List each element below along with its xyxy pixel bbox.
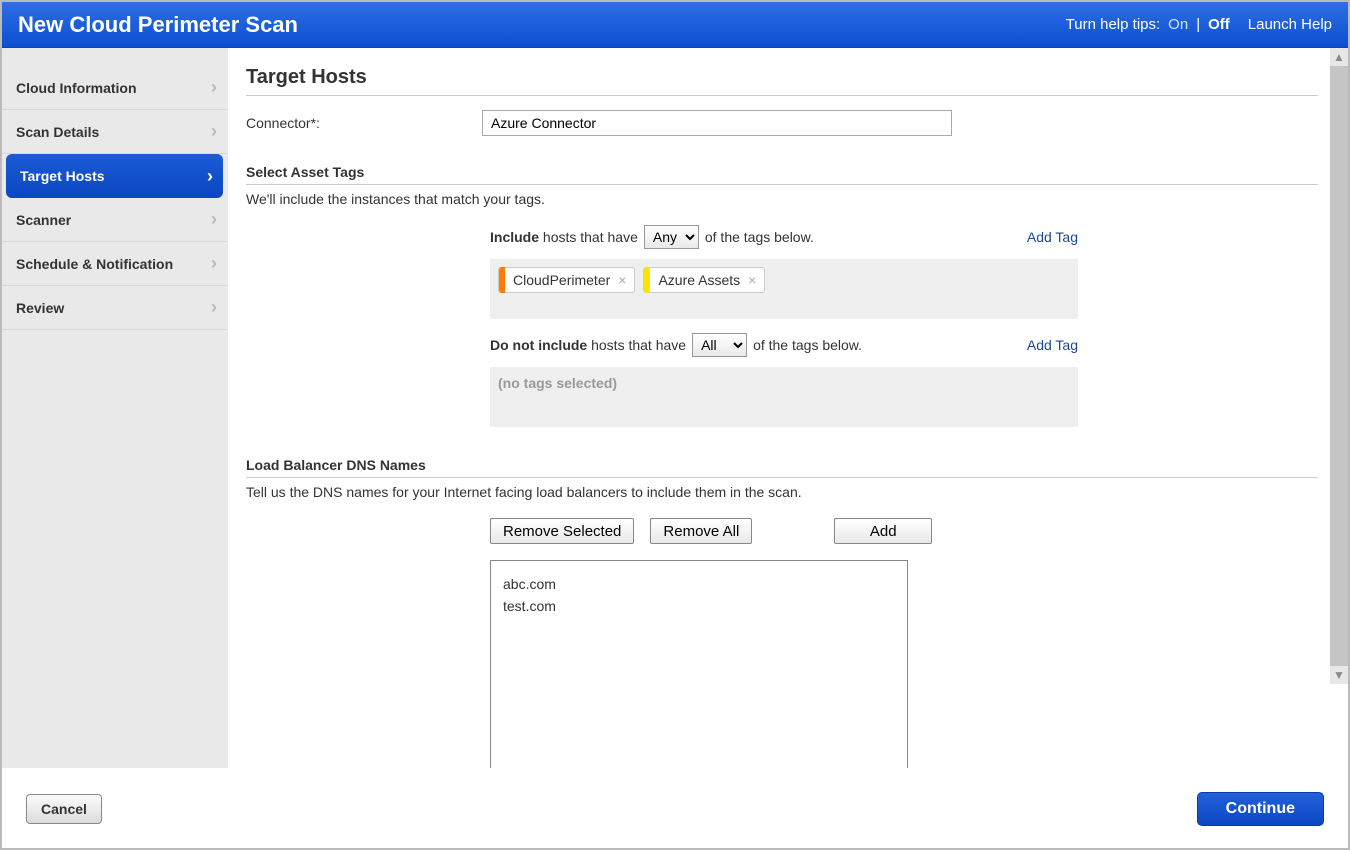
nav-target-hosts[interactable]: Target Hosts › xyxy=(6,154,223,198)
help-tips-on[interactable]: On xyxy=(1168,16,1188,33)
nav-scanner[interactable]: Scanner › xyxy=(2,198,227,242)
header-right: Turn help tips: On | Off Launch Help xyxy=(1066,16,1332,33)
include-text: Include hosts that have xyxy=(490,229,638,245)
tag-color-swatch xyxy=(644,267,650,293)
separator: | xyxy=(1196,16,1200,33)
tag-chip[interactable]: CloudPerimeter × xyxy=(498,267,635,293)
scroll-up-icon[interactable]: ▲ xyxy=(1330,48,1348,66)
nav-item-label: Scanner xyxy=(16,212,71,228)
connector-row: Connector*: xyxy=(246,110,1318,136)
remove-tag-icon[interactable]: × xyxy=(748,272,756,288)
launch-help-link[interactable]: Launch Help xyxy=(1248,16,1332,33)
include-text-2: of the tags below. xyxy=(705,229,814,245)
chevron-right-icon: › xyxy=(211,297,217,318)
include-mode-select[interactable]: AnyAll xyxy=(644,225,699,249)
section-tags-title: Select Asset Tags xyxy=(246,164,1318,185)
chevron-right-icon: › xyxy=(211,121,217,142)
dns-name-item[interactable]: test.com xyxy=(503,595,895,617)
tag-chip[interactable]: Azure Assets × xyxy=(643,267,765,293)
nav-scan-details[interactable]: Scan Details › xyxy=(2,110,227,154)
connector-label: Connector*: xyxy=(246,115,482,131)
nav-item-label: Target Hosts xyxy=(20,168,105,184)
body: Cloud Information›Scan Details›Target Ho… xyxy=(2,48,1348,768)
exclude-text: Do not include hosts that have xyxy=(490,337,686,353)
scroll-down-icon[interactable]: ▼ xyxy=(1330,666,1348,684)
help-tips-off[interactable]: Off xyxy=(1208,16,1230,33)
exclude-mode-select[interactable]: AnyAll xyxy=(692,333,747,357)
content: Target Hosts Connector*: Select Asset Ta… xyxy=(228,48,1348,768)
remove-all-button[interactable]: Remove All xyxy=(650,518,752,544)
no-tags-text: (no tags selected) xyxy=(498,375,617,391)
include-strong: Include xyxy=(490,229,539,245)
nav-schedule-notification[interactable]: Schedule & Notification › xyxy=(2,242,227,286)
add-button[interactable]: Add xyxy=(834,518,932,544)
remove-tag-icon[interactable]: × xyxy=(618,272,626,288)
include-line: Include hosts that have AnyAll of the ta… xyxy=(490,225,1078,249)
sidebar: Cloud Information›Scan Details›Target Ho… xyxy=(2,48,228,768)
cancel-button[interactable]: Cancel xyxy=(26,794,102,824)
nav-item-label: Review xyxy=(16,300,64,316)
connector-input[interactable] xyxy=(482,110,952,136)
section-lb-desc: Tell us the DNS names for your Internet … xyxy=(246,484,1318,500)
add-tag-include[interactable]: Add Tag xyxy=(1027,229,1078,245)
page-title: Target Hosts xyxy=(246,66,1318,96)
nav-item-label: Schedule & Notification xyxy=(16,256,173,272)
continue-button[interactable]: Continue xyxy=(1197,792,1324,826)
exclude-block: Do not include hosts that have AnyAll of… xyxy=(490,333,1078,427)
help-tips-label: Turn help tips: xyxy=(1066,16,1161,33)
nav-item-label: Cloud Information xyxy=(16,80,137,96)
dns-names-list[interactable]: abc.comtest.com xyxy=(490,560,908,768)
section-lb-title: Load Balancer DNS Names xyxy=(246,457,1318,478)
section-tags-desc: We'll include the instances that match y… xyxy=(246,191,1318,207)
footer: Cancel Continue xyxy=(2,768,1348,848)
exclude-text-2: of the tags below. xyxy=(753,337,862,353)
include-tag-area: CloudPerimeter × Azure Assets × xyxy=(490,259,1078,319)
include-text-1: hosts that have xyxy=(539,229,638,245)
dns-name-item[interactable]: abc.com xyxy=(503,573,895,595)
chevron-right-icon: › xyxy=(207,166,213,187)
lb-buttons-row: Remove Selected Remove All Add xyxy=(490,518,1318,544)
scroll-thumb[interactable] xyxy=(1330,66,1348,666)
tag-label: Azure Assets xyxy=(658,272,740,288)
chevron-right-icon: › xyxy=(211,209,217,230)
tag-color-swatch xyxy=(499,267,505,293)
chevron-right-icon: › xyxy=(211,77,217,98)
chevron-right-icon: › xyxy=(211,253,217,274)
exclude-tag-area: (no tags selected) xyxy=(490,367,1078,427)
nav-item-label: Scan Details xyxy=(16,124,99,140)
header-title: New Cloud Perimeter Scan xyxy=(18,12,298,38)
main-panel: Target Hosts Connector*: Select Asset Ta… xyxy=(228,48,1348,768)
nav-review[interactable]: Review › xyxy=(2,286,227,330)
exclude-strong: Do not include xyxy=(490,337,587,353)
remove-selected-button[interactable]: Remove Selected xyxy=(490,518,634,544)
exclude-text-1: hosts that have xyxy=(587,337,686,353)
tag-label: CloudPerimeter xyxy=(513,272,610,288)
include-block: Include hosts that have AnyAll of the ta… xyxy=(490,225,1078,319)
exclude-line: Do not include hosts that have AnyAll of… xyxy=(490,333,1078,357)
header-bar: New Cloud Perimeter Scan Turn help tips:… xyxy=(2,2,1348,48)
nav-cloud-information[interactable]: Cloud Information › xyxy=(2,66,227,110)
add-tag-exclude[interactable]: Add Tag xyxy=(1027,337,1078,353)
content-scrollbar[interactable]: ▲ ▼ xyxy=(1330,48,1348,684)
